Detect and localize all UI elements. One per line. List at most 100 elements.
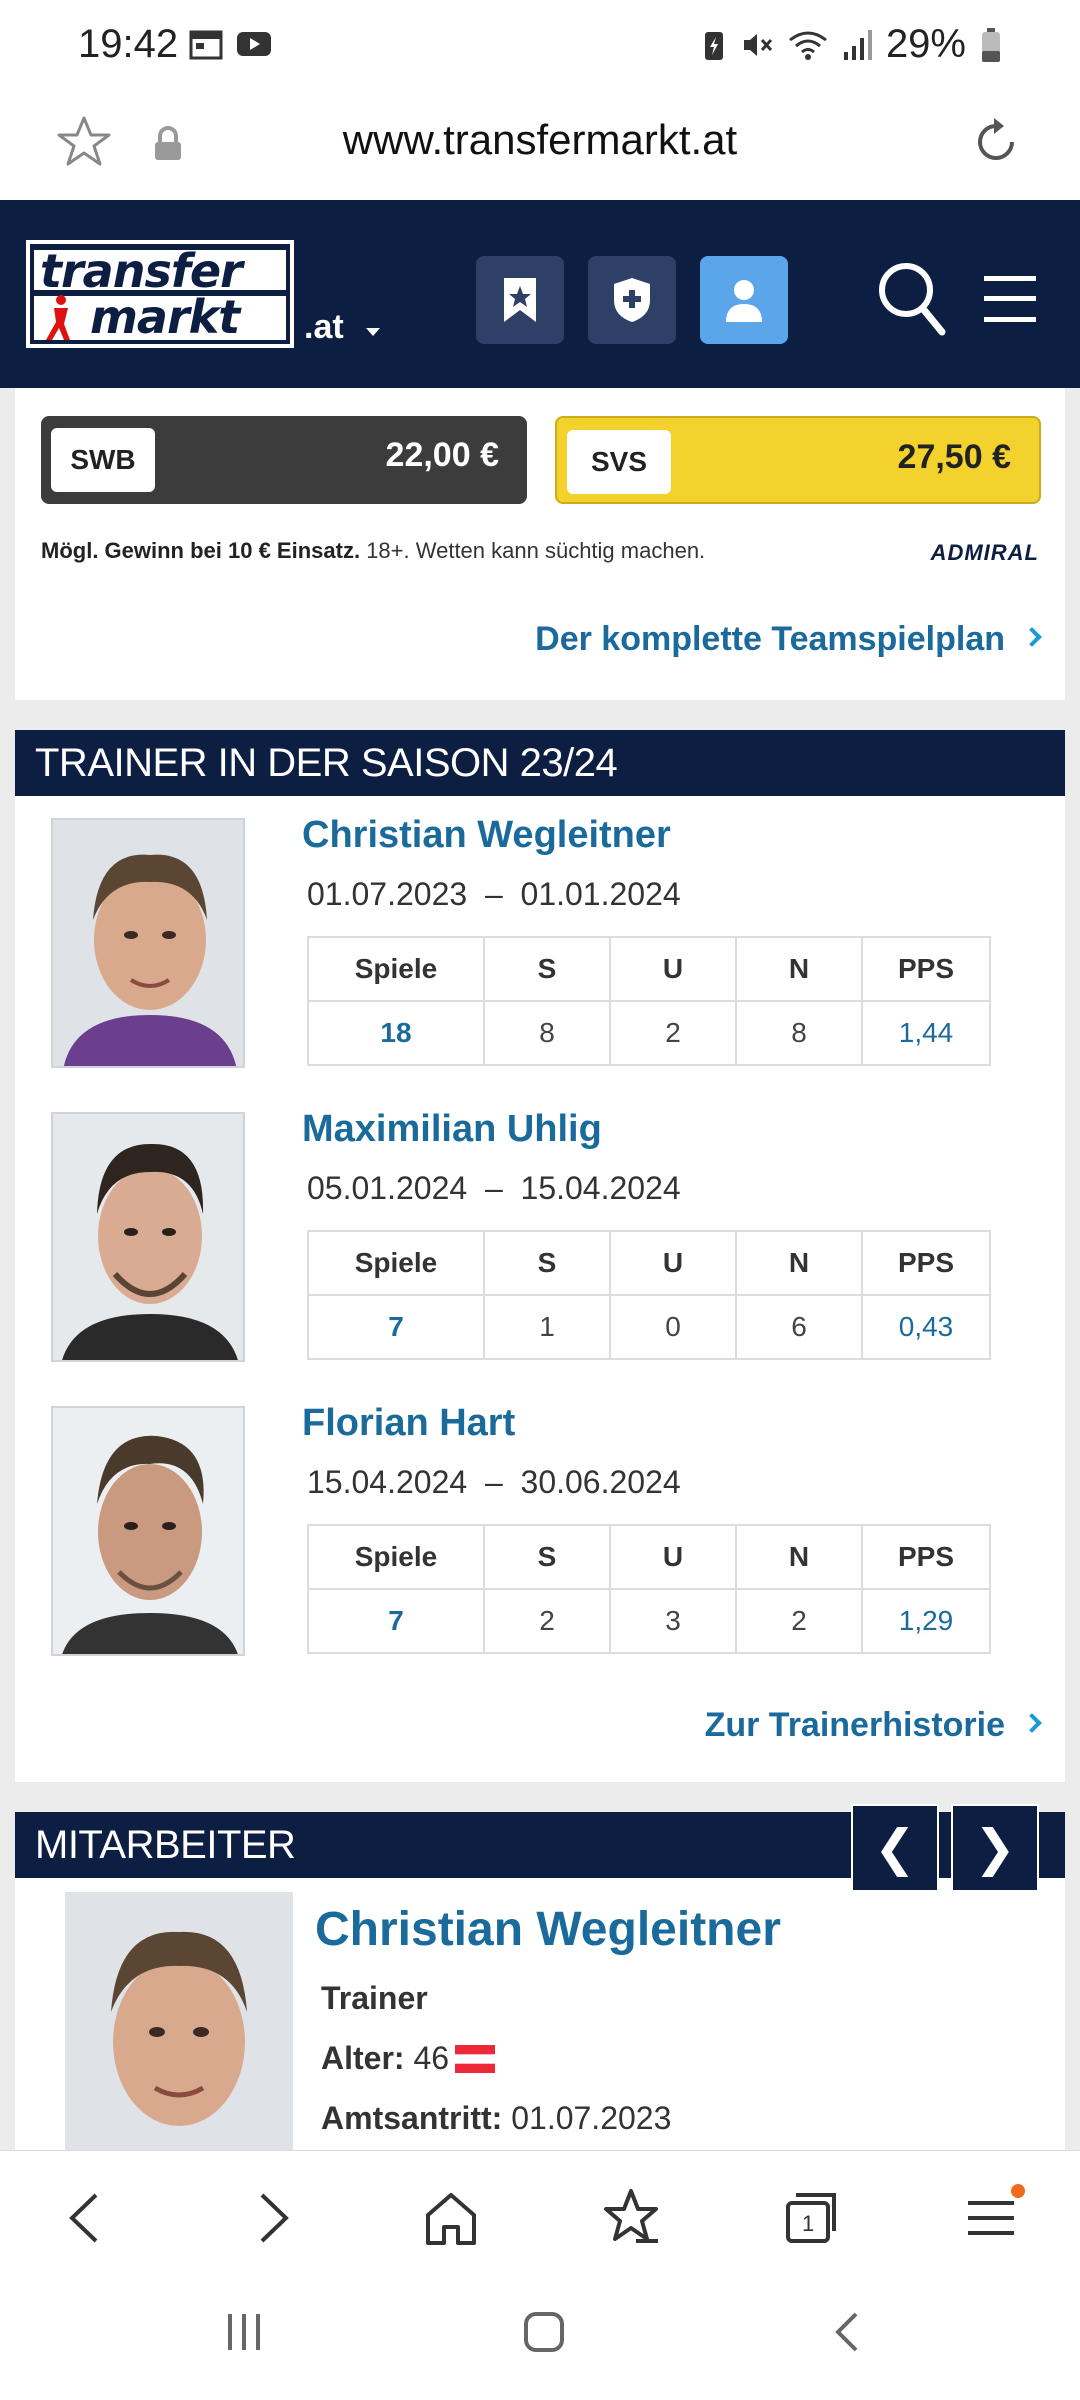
coach-photo-image [53, 820, 243, 1066]
date-separator: – [484, 1464, 503, 1500]
mute-icon [743, 33, 773, 56]
stats-header-row: Spiele S U N PPS [307, 1230, 991, 1296]
coach-stats-table: Spiele S U N PPS 7 2 3 2 1,29 [307, 1524, 991, 1654]
coach-tenure-from: 01.07.2023 [307, 876, 468, 912]
domain-caret-icon[interactable] [366, 328, 380, 336]
reload-icon[interactable] [968, 114, 1024, 170]
bookmarks-icon[interactable] [596, 2183, 666, 2253]
stat-wins: 1 [483, 1294, 611, 1360]
stats-value-row: 7 1 0 6 0,43 [307, 1294, 991, 1360]
stat-games[interactable]: 7 [307, 1588, 485, 1654]
stat-draws: 2 [609, 1000, 737, 1066]
bookmark-icon [504, 278, 536, 322]
home-icon[interactable] [416, 2183, 486, 2253]
chevron-right-icon [1022, 627, 1042, 647]
status-bar: 19:42 29% [0, 0, 1080, 90]
recent-apps-icon[interactable] [222, 2310, 266, 2354]
carousel-next-button[interactable]: ❯ [951, 1804, 1039, 1892]
status-icons-left [188, 28, 272, 60]
coach-name[interactable]: Christian Wegleitner [302, 814, 671, 857]
date-separator: – [484, 1170, 503, 1206]
coach-tenure: 15.04.2024 – 30.06.2024 [307, 1464, 681, 1501]
staff-card: MITARBEITER ❮ ❯ Christian Wegleitner Tra… [15, 1804, 1065, 2152]
trainer-history-link[interactable]: Zur Trainerhistorie [705, 1706, 1042, 1745]
stat-games[interactable]: 7 [307, 1294, 485, 1360]
trainers-season-card: TRAINER IN DER SAISON 23/24 Christian We… [15, 730, 1065, 1782]
system-back-icon[interactable] [826, 2310, 870, 2354]
stat-losses: 2 [735, 1588, 863, 1654]
stat-draws: 0 [609, 1294, 737, 1360]
youtube-icon [237, 32, 271, 56]
disclaimer-bold: Mögl. Gewinn bei 10 € Einsatz. [41, 538, 361, 563]
sponsor-logo[interactable]: ADMIRAL [931, 540, 1039, 566]
forward-icon[interactable] [236, 2183, 306, 2253]
stats-value-row: 7 2 3 2 1,29 [307, 1588, 991, 1654]
carousel-prev-button[interactable]: ❮ [851, 1804, 939, 1892]
stats-header-row: Spiele S U N PPS [307, 936, 991, 1002]
stat-pps: 0,43 [861, 1294, 991, 1360]
transfermarkt-logo[interactable]: transfer markt [26, 240, 294, 348]
stat-wins: 8 [483, 1000, 611, 1066]
austria-flag-icon [455, 2044, 496, 2073]
coach-photo-image [53, 1408, 243, 1654]
col-header-losses: N [735, 936, 863, 1002]
col-header-pps: PPS [861, 936, 991, 1002]
stat-losses: 6 [735, 1294, 863, 1360]
staff-since-label: Amtsantritt: [321, 2100, 503, 2136]
browser-menu-icon[interactable] [956, 2183, 1026, 2253]
staff-since-value: 01.07.2023 [511, 2100, 672, 2136]
odds-team1-tag: SWB [51, 428, 155, 492]
coach-photo-image [53, 1114, 243, 1360]
coach-tenure-to: 15.04.2024 [520, 1170, 681, 1206]
search-icon[interactable] [876, 260, 946, 336]
battery-percent: 29% [885, 22, 966, 66]
odds-button-team2[interactable]: SVS 27,50 € [555, 416, 1041, 504]
stat-games[interactable]: 18 [307, 1000, 485, 1066]
team-schedule-link[interactable]: Der komplette Teamspielplan [535, 620, 1042, 659]
col-header-losses: N [735, 1524, 863, 1590]
stats-header-row: Spiele S U N PPS [307, 1524, 991, 1590]
tabs-icon[interactable]: 1 [776, 2183, 846, 2253]
hamburger-menu-icon[interactable] [982, 274, 1038, 324]
col-header-draws: U [609, 1524, 737, 1590]
coach-tenure-from: 05.01.2024 [307, 1170, 468, 1206]
site-header: transfer markt .at [0, 200, 1080, 388]
browser-url-bar: www.transfermarkt.at [0, 90, 1080, 200]
url-text[interactable]: www.transfermarkt.at [0, 116, 1080, 164]
coach-tenure-to: 30.06.2024 [520, 1464, 681, 1500]
col-header-wins: S [483, 936, 611, 1002]
battery-saver-icon [704, 31, 723, 60]
stats-value-row: 18 8 2 8 1,44 [307, 1000, 991, 1066]
col-header-wins: S [483, 1524, 611, 1590]
coach-stats-table: Spiele S U N PPS 7 1 0 6 0,43 [307, 1230, 991, 1360]
system-nav-bar [0, 2280, 1080, 2400]
odds-team2-tag: SVS [567, 430, 671, 494]
user-account-button[interactable] [700, 256, 788, 344]
club-shield-button[interactable] [588, 256, 676, 344]
staff-age: Alter: 46 [321, 2040, 496, 2077]
battery-icon [982, 27, 1000, 62]
staff-photo[interactable] [65, 1892, 293, 2152]
stat-pps: 1,29 [861, 1588, 991, 1654]
staff-name[interactable]: Christian Wegleitner [315, 1902, 781, 1957]
staff-photo-image [65, 1892, 293, 2152]
coach-photo[interactable] [51, 1406, 245, 1656]
back-icon[interactable] [52, 2183, 122, 2253]
coach-tenure-from: 15.04.2024 [307, 1464, 468, 1500]
watchlist-button[interactable] [476, 256, 564, 344]
stat-wins: 2 [483, 1588, 611, 1654]
coach-name[interactable]: Maximilian Uhlig [302, 1108, 602, 1151]
odds-button-team1[interactable]: SWB 22,00 € [41, 416, 527, 504]
coach-name[interactable]: Florian Hart [302, 1402, 515, 1445]
wifi-icon [789, 31, 827, 60]
coach-stats-table: Spiele S U N PPS 18 8 2 8 1,44 [307, 936, 991, 1066]
col-header-draws: U [609, 936, 737, 1002]
coach-photo[interactable] [51, 1112, 245, 1362]
coach-photo[interactable] [51, 818, 245, 1068]
odds-team1-value: 22,00 € [385, 436, 499, 474]
status-icons-right: 29% [702, 22, 1002, 67]
coach-tenure: 01.07.2023 – 01.01.2024 [307, 876, 681, 913]
home-button-icon[interactable] [522, 2310, 566, 2354]
staff-age-label: Alter: [321, 2040, 405, 2076]
domain-suffix[interactable]: .at [304, 308, 344, 347]
